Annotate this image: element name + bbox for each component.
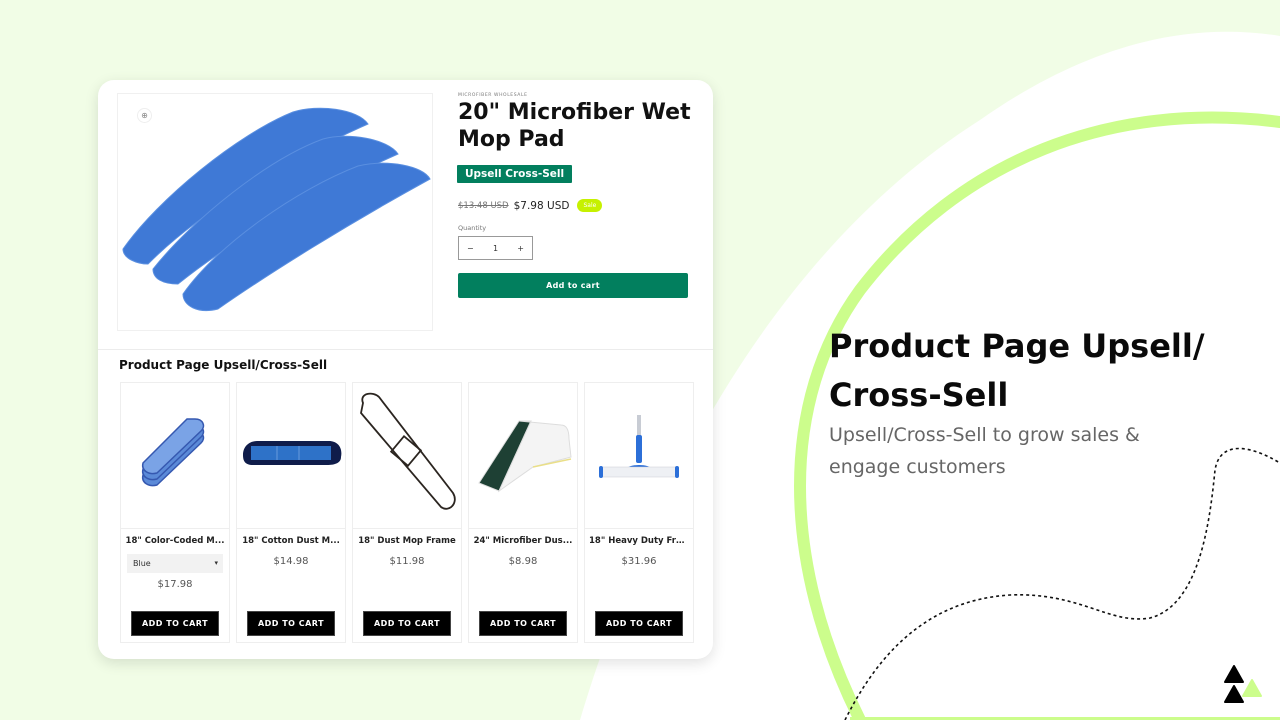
product-price: $14.98 xyxy=(273,556,309,567)
product-name[interactable]: 18" Color-Coded M... xyxy=(125,536,225,546)
brand-logo-icon xyxy=(1224,665,1262,703)
upsell-section-heading: Product Page Upsell/Cross-Sell xyxy=(119,358,328,372)
zoom-in-icon[interactable]: ⊕ xyxy=(137,108,152,123)
mop-pad-image xyxy=(122,107,431,311)
upsell-product-card[interactable]: 18" Color-Coded M... Blue ▾ $17.98 ADD T… xyxy=(120,382,230,643)
quantity-decrease-button[interactable]: − xyxy=(467,244,474,253)
upsell-product-card[interactable]: 18" Dust Mop Frame $11.98 ADD TO CART xyxy=(352,382,462,643)
wire-frame-image xyxy=(360,392,456,510)
sale-price: $7.98 USD xyxy=(513,199,570,212)
product-thumbnail[interactable] xyxy=(469,383,577,529)
add-to-cart-button[interactable]: Add to cart xyxy=(458,273,688,298)
product-price: $11.98 xyxy=(389,556,425,567)
upsell-product-card[interactable]: 18" Cotton Dust M... $14.98 ADD TO CART xyxy=(236,382,346,643)
quantity-label: Quantity xyxy=(458,224,487,232)
variant-value: Blue xyxy=(133,559,151,568)
add-to-cart-button[interactable]: ADD TO CART xyxy=(247,611,335,636)
stacked-blue-pads-image xyxy=(141,418,205,487)
product-thumbnail[interactable] xyxy=(353,383,461,529)
compare-at-price: $13.48 USD xyxy=(458,200,509,211)
navy-dust-mop-image xyxy=(243,441,342,465)
upsell-product-card[interactable]: 18" Heavy Duty Fra... $31.96 ADD TO CART xyxy=(584,382,694,643)
upsell-badge: Upsell Cross-Sell xyxy=(457,165,573,183)
chevron-down-icon: ▾ xyxy=(214,559,218,567)
section-divider xyxy=(98,349,713,350)
product-name[interactable]: 24" Microfiber Dus... xyxy=(473,536,573,546)
promo-subtitle: Upsell/Cross-Sell to grow sales & engage… xyxy=(829,424,1140,478)
green-microfiber-pad-image xyxy=(478,420,572,493)
product-title: 20" Microfiber Wet Mop Pad xyxy=(458,100,691,152)
store-preview-card: ⊕ MICROFIBER WHOLESALE 20" Microfiber We… xyxy=(98,80,713,659)
sale-badge: Sale xyxy=(577,199,603,212)
vendor-label: MICROFIBER WHOLESALE xyxy=(458,93,528,98)
add-to-cart-button[interactable]: ADD TO CART xyxy=(131,611,219,636)
product-name[interactable]: 18" Cotton Dust M... xyxy=(241,536,341,546)
product-price: $17.98 xyxy=(157,579,193,590)
product-price: $31.96 xyxy=(621,556,657,567)
product-main-image[interactable]: ⊕ xyxy=(117,93,433,331)
product-name[interactable]: 18" Heavy Duty Fra... xyxy=(589,536,689,546)
promo-title: Product Page Upsell/ Cross-Sell xyxy=(829,327,1205,414)
variant-select[interactable]: Blue ▾ xyxy=(127,554,223,573)
add-to-cart-button[interactable]: ADD TO CART xyxy=(595,611,683,636)
product-thumbnail[interactable] xyxy=(237,383,345,529)
quantity-increase-button[interactable]: + xyxy=(517,244,524,253)
product-thumbnail[interactable] xyxy=(585,383,693,529)
mop-frame-handle-image xyxy=(599,415,679,478)
price-row: $13.48 USD $7.98 USD Sale xyxy=(458,199,603,212)
product-name[interactable]: 18" Dust Mop Frame xyxy=(357,536,457,546)
quantity-stepper[interactable]: − 1 + xyxy=(458,236,533,260)
product-price: $8.98 xyxy=(508,556,538,567)
upsell-product-card[interactable]: 24" Microfiber Dus... $8.98 ADD TO CART xyxy=(468,382,578,643)
upsell-product-grid: 18" Color-Coded M... Blue ▾ $17.98 ADD T… xyxy=(120,382,696,643)
quantity-value[interactable]: 1 xyxy=(493,244,498,253)
product-thumbnail[interactable] xyxy=(121,383,229,529)
add-to-cart-button[interactable]: ADD TO CART xyxy=(479,611,567,636)
add-to-cart-button[interactable]: ADD TO CART xyxy=(363,611,451,636)
